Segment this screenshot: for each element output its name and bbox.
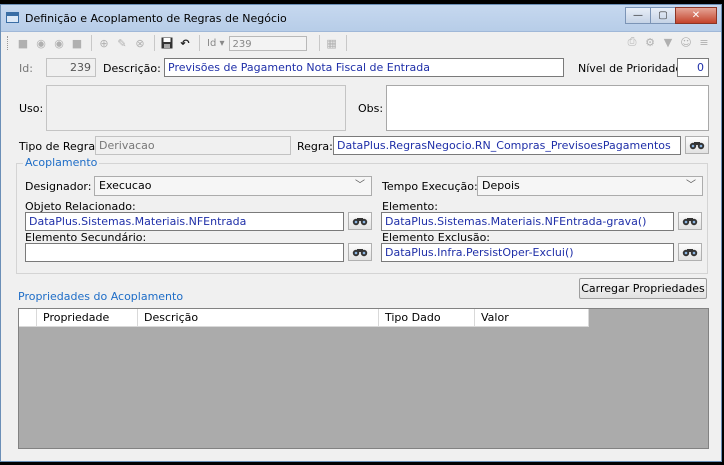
toolbar-id-label-text: Id (207, 37, 217, 49)
toolbar-separator (154, 35, 155, 51)
uso-memo (46, 85, 346, 131)
grid-row-header-corner (19, 309, 37, 327)
bottom-edge (1, 454, 721, 461)
descricao-field[interactable]: Previsões de Pagamento Nota Fiscal de En… (164, 58, 564, 77)
objeto-search-button[interactable] (348, 212, 372, 230)
report-icon[interactable]: ▦ (325, 36, 339, 50)
chevron-down-icon: ﹀ (355, 180, 365, 191)
tipo-regra-label: Tipo de Regra: (19, 140, 99, 153)
carregar-propriedades-button[interactable]: Carregar Propriedades (579, 278, 707, 299)
descricao-label: Descrição: (103, 62, 161, 75)
new-icon[interactable]: ■ (16, 36, 30, 50)
id-field: 239 (46, 58, 96, 77)
regra-field[interactable]: DataPlus.RegrasNegocio.RN_Compras_Previs… (333, 136, 681, 155)
toolbar-id-input[interactable]: 239 (228, 35, 307, 51)
binoculars-icon (689, 142, 705, 150)
main-window: Definição e Acoplamento de Regras de Neg… (0, 4, 722, 462)
propriedades-title: Propriedades do Acoplamento (18, 290, 184, 303)
window-title: Definição e Acoplamento de Regras de Neg… (25, 12, 287, 25)
filter-icon[interactable]: ▼ (661, 35, 675, 49)
prioridade-field[interactable]: 0 (677, 58, 709, 77)
toolbar-separator (345, 35, 347, 51)
regra-label: Regra: (297, 140, 333, 153)
tempo-value: Depois (482, 179, 520, 192)
grid-header: Propriedade Descrição Tipo Dado Valor (19, 309, 589, 327)
uso-label: Uso: (19, 102, 44, 115)
secundario-field[interactable] (25, 243, 344, 262)
edit-icon[interactable]: ✎ (115, 36, 129, 50)
title-bar[interactable]: Definição e Acoplamento de Regras de Neg… (1, 5, 721, 32)
app-icon (6, 12, 19, 23)
elemento-field[interactable]: DataPlus.Sistemas.Materiais.NFEntrada-gr… (381, 212, 674, 231)
toolbar: ■ ◉ ◉ ■ ⊕ ✎ ⊗ ↶ Id ▾ 239 ▦ ⎙ ⚙ ▼ ☺ ≡ (1, 32, 721, 54)
toolbar-id-dropdown-icon[interactable]: ▾ (219, 38, 224, 49)
objeto-field[interactable]: DataPlus.Sistemas.Materiais.NFEntrada (25, 212, 344, 231)
grid-column-valor[interactable]: Valor (475, 309, 589, 327)
print-icon[interactable]: ⎙ (625, 35, 639, 49)
toolbar-separator (318, 35, 320, 51)
designador-label: Designador: (25, 180, 92, 193)
user-icon[interactable]: ☺ (679, 35, 693, 49)
tools-icon[interactable]: ⚙ (643, 35, 657, 49)
grid-column-propriedade[interactable]: Propriedade (37, 309, 138, 327)
menu-icon[interactable]: ≡ (697, 35, 711, 49)
grid-column-descricao[interactable]: Descrição (138, 309, 379, 327)
designador-value: Execucao (99, 179, 152, 192)
close-button[interactable]: ✕ (675, 7, 717, 24)
tempo-select[interactable]: Depois ﹀ (477, 176, 703, 196)
designador-select[interactable]: Execucao ﹀ (94, 176, 372, 196)
id-label: Id: (19, 62, 33, 75)
grid-column-tipo-dado[interactable]: Tipo Dado (379, 309, 475, 327)
binoculars-icon (682, 218, 698, 226)
secundario-search-button[interactable] (348, 243, 372, 261)
previous-icon[interactable]: ◉ (52, 36, 66, 50)
prioridade-label: Nível de Prioridade: (578, 62, 686, 75)
binoculars-icon (682, 249, 698, 257)
save-icon[interactable] (160, 36, 174, 50)
toolbar-grip (7, 36, 10, 50)
toolbar-separator (199, 35, 200, 51)
obs-memo[interactable] (386, 85, 709, 131)
propriedades-grid[interactable]: Propriedade Descrição Tipo Dado Valor (18, 308, 709, 449)
tipo-regra-field: Derivacao (95, 136, 291, 155)
binoculars-icon (352, 249, 368, 257)
tempo-label: Tempo Execução: (382, 180, 478, 193)
exclusao-field[interactable]: DataPlus.Infra.PersistOper-Exclui() (381, 243, 674, 262)
obs-label: Obs: (358, 102, 384, 115)
acoplamento-title: Acoplamento (23, 156, 100, 169)
maximize-button[interactable]: ▢ (650, 7, 676, 24)
chevron-down-icon: ﹀ (686, 180, 696, 191)
first-icon[interactable]: ◉ (34, 36, 48, 50)
elemento-search-button[interactable] (678, 212, 702, 230)
minimize-button[interactable]: — (625, 7, 651, 24)
toolbar-separator (91, 35, 92, 51)
delete-icon[interactable]: ⊗ (133, 36, 147, 50)
binoculars-icon (352, 218, 368, 226)
undo-icon[interactable]: ↶ (178, 36, 192, 50)
exclusao-search-button[interactable] (678, 243, 702, 261)
next-icon[interactable]: ■ (70, 36, 84, 50)
toolbar-id-label: Id ▾ (207, 38, 225, 49)
add-icon[interactable]: ⊕ (97, 36, 111, 50)
regra-search-button[interactable] (685, 136, 709, 154)
